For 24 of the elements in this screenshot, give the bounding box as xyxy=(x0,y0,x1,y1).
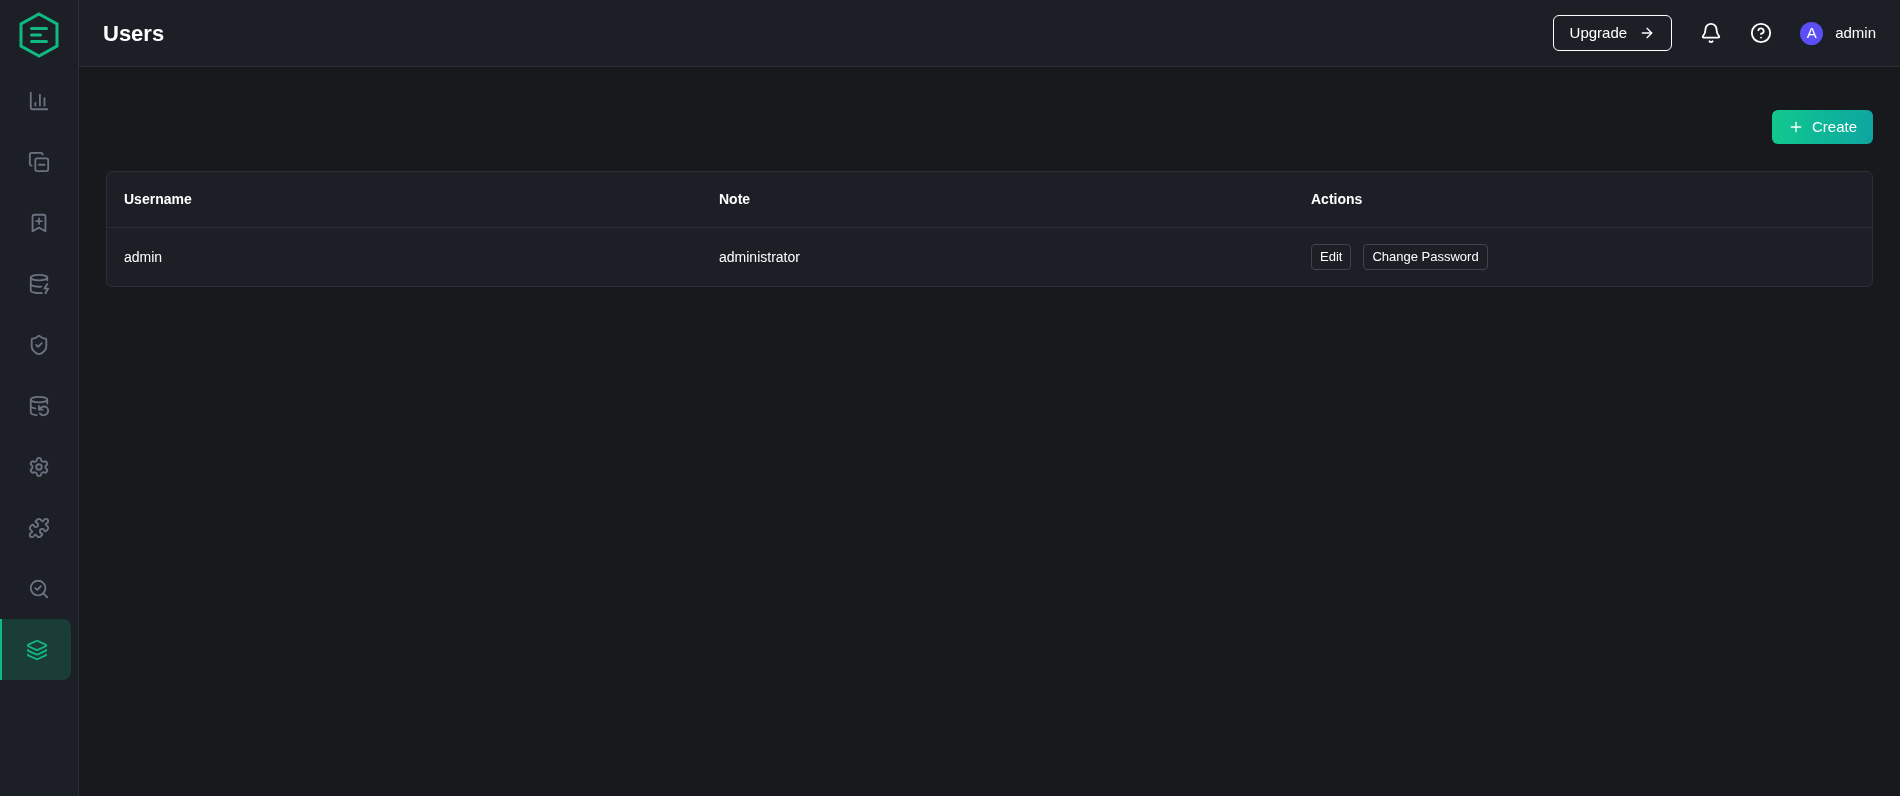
bell-icon xyxy=(1700,22,1723,44)
shield-check-icon xyxy=(28,333,50,356)
column-header: Actions xyxy=(1311,190,1364,209)
column-header: Note xyxy=(719,190,752,209)
puzzle-icon xyxy=(28,516,50,539)
row-action-button[interactable]: Change Password xyxy=(1363,244,1488,270)
avatar[interactable]: A xyxy=(1800,21,1824,45)
table-cell-text: admin xyxy=(124,247,164,267)
sidebar-item[interactable] xyxy=(0,619,71,680)
user-name[interactable]: admin xyxy=(1835,21,1876,45)
table-cell-text: administrator xyxy=(719,247,801,267)
row-action-button[interactable]: Edit xyxy=(1311,244,1352,270)
logo-icon xyxy=(17,12,61,58)
upgrade-button[interactable]: Upgrade xyxy=(1552,15,1673,51)
layers-icon xyxy=(25,638,48,661)
stacked-windows-icon xyxy=(28,150,50,173)
search-icon xyxy=(28,577,50,600)
database-sync-icon xyxy=(28,394,50,417)
database-icon xyxy=(28,272,50,295)
help-icon xyxy=(1750,22,1773,44)
chart-icon xyxy=(28,89,50,112)
column-header: Username xyxy=(124,190,193,209)
gear-icon xyxy=(28,455,50,478)
page-title: Users xyxy=(103,19,166,48)
